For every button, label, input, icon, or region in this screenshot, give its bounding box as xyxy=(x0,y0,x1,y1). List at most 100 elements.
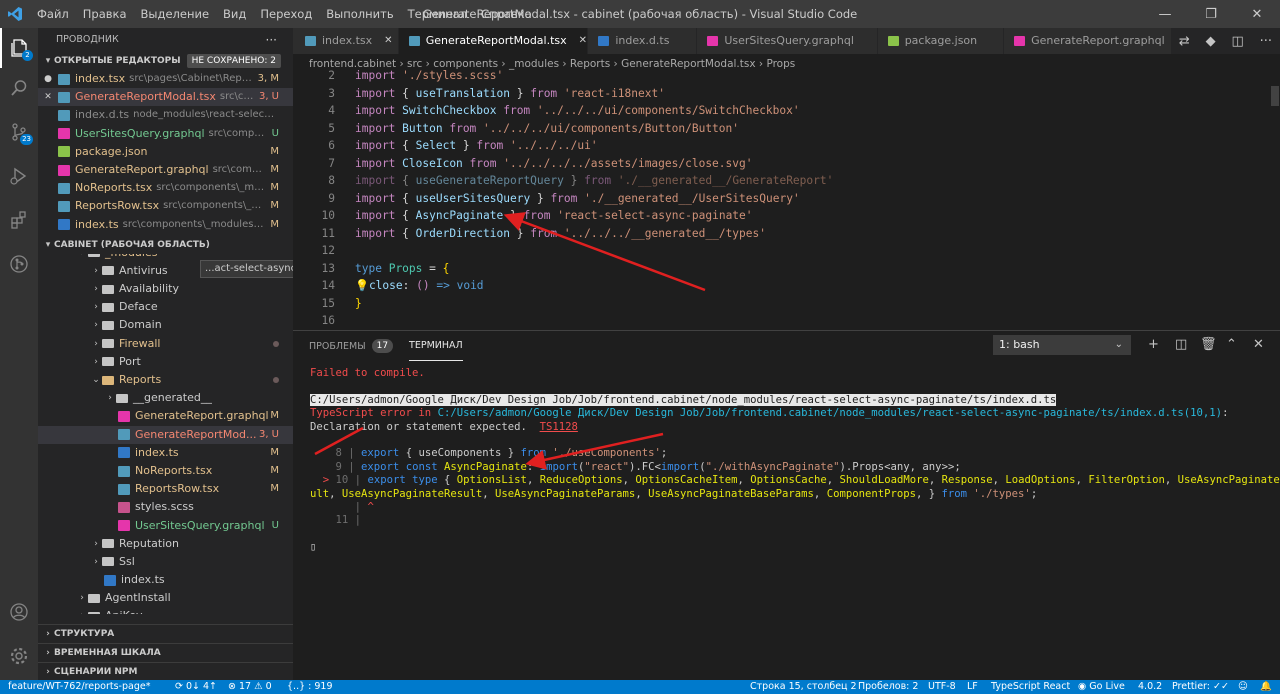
menu-item[interactable]: Правка xyxy=(76,0,134,28)
tree-file[interactable]: GenerateReport.graphql M xyxy=(38,407,293,425)
open-editor-item[interactable]: index.d.tsnode_modules\react-select-asyn… xyxy=(38,106,293,124)
editor-tab[interactable]: index.tsx ✕ xyxy=(293,28,399,54)
go-live-button[interactable]: ◉ Go Live xyxy=(1078,680,1125,694)
menu-item[interactable]: Терминал xyxy=(401,0,474,28)
line-number: 7 xyxy=(328,156,335,170)
prettier-status[interactable]: Prettier: ✓✓ xyxy=(1172,680,1229,694)
close-tab-icon[interactable]: ✕ xyxy=(384,28,392,54)
menu-item[interactable]: Справка xyxy=(474,0,539,28)
git-icon[interactable]: ◆ xyxy=(1206,34,1216,49)
search-icon[interactable] xyxy=(0,68,38,108)
language-mode[interactable]: TypeScript React xyxy=(991,680,1070,694)
tree-folder[interactable]: › __generated__ xyxy=(38,389,293,407)
chevron-up-icon[interactable]: ⌃ xyxy=(1226,336,1237,354)
terminal-select[interactable]: 1: bash ⌄ xyxy=(993,335,1131,355)
git-graph-icon[interactable] xyxy=(0,244,38,284)
tree-folder[interactable]: › Reputation xyxy=(38,535,293,553)
open-editor-item[interactable]: index.ts src\components\_modules\Re... M xyxy=(38,216,293,234)
modified-dot-icon[interactable]: ● xyxy=(38,70,58,88)
notifications-bell-icon[interactable]: 🔔 xyxy=(1260,680,1272,694)
open-editor-item[interactable]: NoReports.tsx src\components\_mod... M xyxy=(38,179,293,197)
tree-folder[interactable]: › Deface xyxy=(38,298,293,316)
tree-folder[interactable]: › Availability xyxy=(38,280,293,298)
menu-item[interactable]: Файл xyxy=(30,0,76,28)
workspace-header[interactable]: ▾ CABINET (РАБОЧАЯ ОБЛАСТЬ) xyxy=(38,236,293,254)
tree-folder[interactable]: › Domain xyxy=(38,316,293,334)
tree-file[interactable]: GenerateReportMod... 3, U xyxy=(38,425,293,444)
open-editor-item[interactable]: GenerateReport.graphqlsrc\compon...M xyxy=(38,161,293,179)
chevron-right-icon: › xyxy=(94,338,98,349)
close-icon[interactable]: ✕ xyxy=(38,88,58,106)
terminal-output[interactable]: Failed to compile. C:/Users/admon/Google … xyxy=(310,367,1280,554)
sidebar-section-header[interactable]: › ВРЕМЕННАЯ ШКАЛА xyxy=(38,643,293,662)
cursor-position[interactable]: Строка 15, столбец 2 xyxy=(750,680,857,694)
split-terminal-icon[interactable]: ◫ xyxy=(1175,336,1187,354)
more-actions-icon[interactable]: ··· xyxy=(1260,34,1272,49)
account-icon[interactable] xyxy=(0,592,38,632)
tree-file[interactable]: index.ts xyxy=(38,571,293,589)
editor-tab[interactable]: UserSitesQuery.graphql xyxy=(697,28,878,54)
tab-terminal[interactable]: ТЕРМИНАЛ xyxy=(409,331,463,361)
sync-status[interactable]: ⟳ 0↓ 4↑ xyxy=(175,680,217,694)
feedback-icon[interactable]: ☺ xyxy=(1238,680,1248,694)
open-editor-item[interactable]: ReportsRow.tsx src\components\_mo... M xyxy=(38,197,293,215)
extensions-icon[interactable] xyxy=(0,200,38,240)
tree-folder[interactable]: › Ssl xyxy=(38,553,293,571)
sidebar-section-header[interactable]: › СЦЕНАРИИ NPM xyxy=(38,662,293,680)
open-editor-item[interactable]: package.json M xyxy=(38,143,293,161)
editor-tab[interactable]: index.d.ts xyxy=(588,28,698,54)
maximize-icon[interactable]: ❐ xyxy=(1188,0,1234,28)
menu-item[interactable]: Переход xyxy=(253,0,319,28)
open-changes-icon[interactable]: ⇄ xyxy=(1179,34,1190,49)
file-tree: ›_modules›Antivirus›Availability›Deface›… xyxy=(38,253,293,614)
tree-file[interactable]: index.ts M xyxy=(38,444,293,462)
file-icon xyxy=(58,91,70,103)
folder-icon xyxy=(102,339,114,349)
indentation[interactable]: Пробелов: 2 xyxy=(858,680,918,694)
close-panel-icon[interactable]: ✕ xyxy=(1253,336,1264,354)
tree-folder[interactable]: › ApiKey xyxy=(38,607,293,614)
code-editor[interactable]: 2 import './styles.scss' 3 import { useTran… xyxy=(293,69,1280,356)
menu-item[interactable]: Выделение xyxy=(134,0,217,28)
open-editors-header[interactable]: ▾ ОТКРЫТЫЕ РЕДАКТОРЫ НЕ СОХРАНЕНО: 2 xyxy=(38,52,293,70)
split-editor-icon[interactable]: ◫ xyxy=(1232,34,1244,49)
settings-gear-icon[interactable] xyxy=(0,636,38,676)
tree-file[interactable]: styles.scss xyxy=(38,498,293,516)
tab-problems[interactable]: ПРОБЛЕМЫ 17 xyxy=(309,331,394,361)
more-actions-icon[interactable]: ··· xyxy=(266,28,277,52)
close-window-icon[interactable]: ✕ xyxy=(1234,0,1280,28)
menu-item[interactable]: Вид xyxy=(216,0,253,28)
chevron-right-icon: › xyxy=(46,648,50,658)
tree-folder[interactable]: ⌄ Reports xyxy=(38,371,293,389)
git-branch[interactable]: feature/WT-762/reports-page* xyxy=(8,680,150,694)
open-editor-item[interactable]: ● index.tsx src\pages\Cabinet\Reports 3, M xyxy=(38,70,293,88)
editor-tab[interactable]: GenerateReport.graphql xyxy=(1004,28,1189,54)
encoding[interactable]: UTF-8 xyxy=(928,680,956,694)
run-debug-icon[interactable] xyxy=(0,156,38,196)
explorer-icon[interactable]: 2 xyxy=(0,28,38,68)
source-control-icon[interactable]: 23 xyxy=(0,112,38,152)
file-icon xyxy=(118,501,130,513)
tree-folder[interactable]: › AgentInstall xyxy=(38,589,293,607)
close-tab-icon[interactable]: ✕ xyxy=(579,28,587,54)
tree-file[interactable]: UserSitesQuery.graphql U xyxy=(38,517,293,535)
minimap-scrollbar[interactable] xyxy=(1271,86,1279,106)
tree-folder[interactable]: › Firewall xyxy=(38,335,293,353)
new-terminal-icon[interactable]: + xyxy=(1148,336,1159,354)
end-of-line[interactable]: LF xyxy=(967,680,978,694)
editor-tab[interactable]: GenerateReportModal.tsx ✕ xyxy=(398,28,589,54)
editor-tab[interactable]: package.json xyxy=(877,28,1005,54)
sidebar-section-header[interactable]: › СТРУКТУРА xyxy=(38,624,293,643)
trash-icon[interactable]: 🗑 xyxy=(1200,336,1217,354)
tree-file[interactable]: ReportsRow.tsx M xyxy=(38,480,293,498)
open-editor-item[interactable]: ✕ GenerateReportModal.tsxsrc\com...3, U xyxy=(38,88,293,107)
tree-item-label: index.ts xyxy=(135,445,179,459)
open-editor-item[interactable]: UserSitesQuery.graphqlsrc\compone...U xyxy=(38,125,293,143)
problems-status[interactable]: ⊗ 17 ⚠ 0 xyxy=(228,680,272,694)
ts-version[interactable]: 4.0.2 xyxy=(1138,680,1162,694)
menu-item[interactable]: Выполнить xyxy=(319,0,400,28)
tree-folder[interactable]: › Port xyxy=(38,353,293,371)
tree-file[interactable]: NoReports.tsx M xyxy=(38,462,293,480)
minimize-icon[interactable]: — xyxy=(1142,0,1188,28)
